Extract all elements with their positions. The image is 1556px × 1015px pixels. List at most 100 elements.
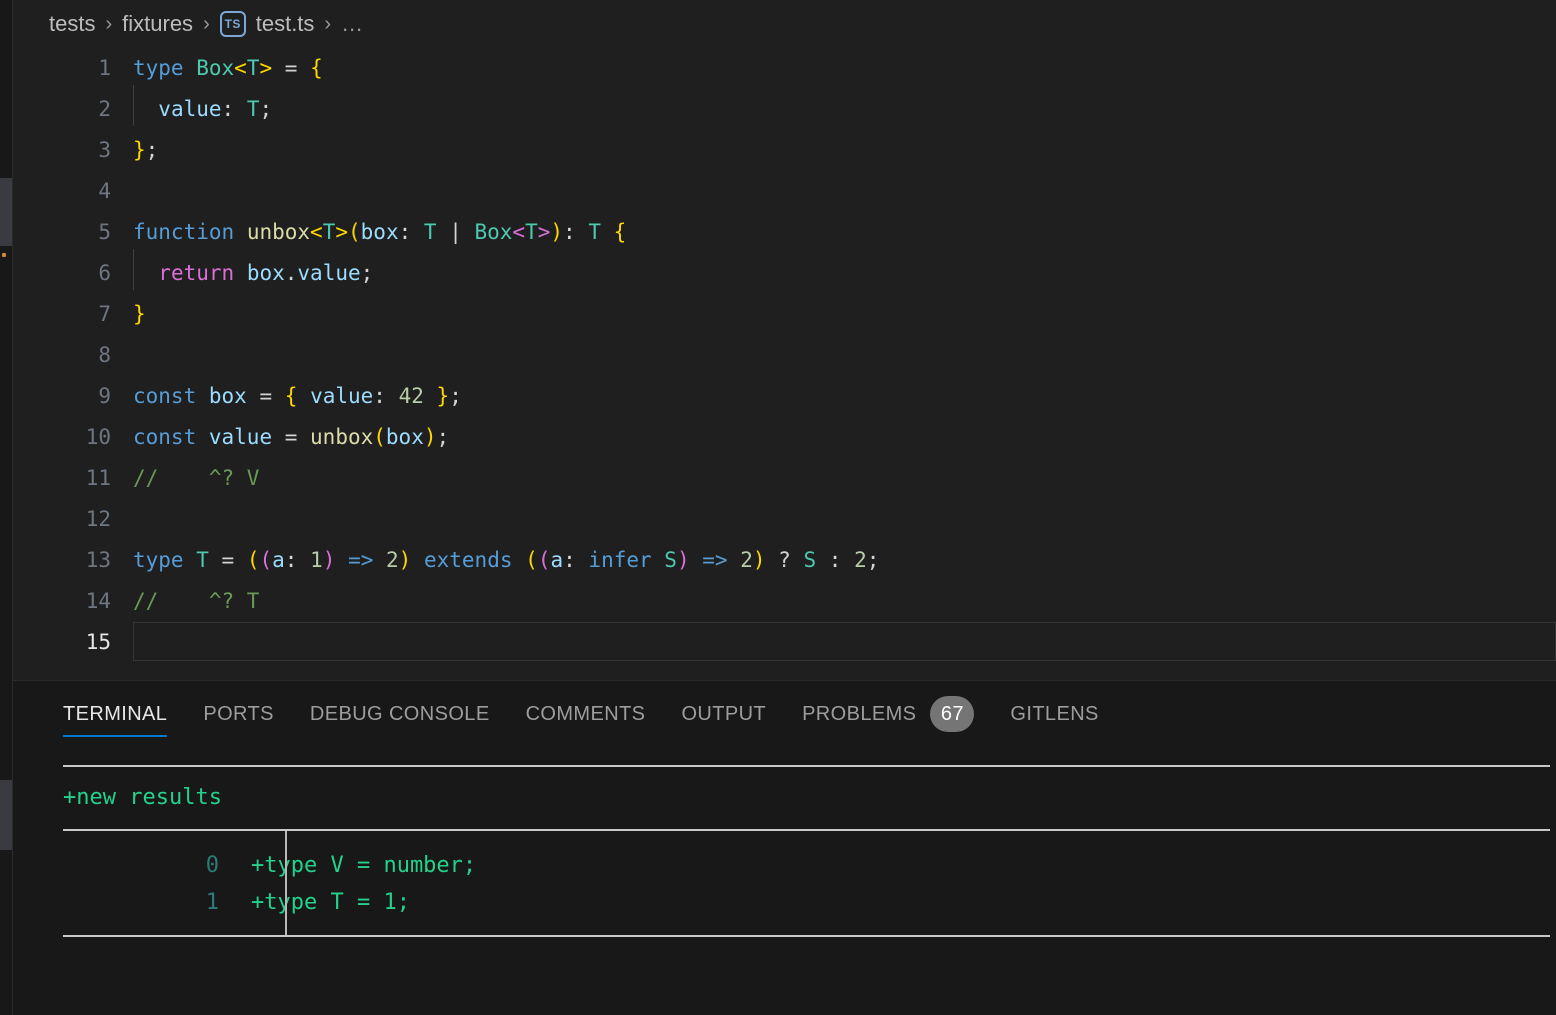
code-token: ( — [348, 220, 361, 244]
code-line[interactable]: 3}; — [13, 130, 1556, 171]
panel-tab-bar[interactable]: TERMINAL PORTS DEBUG CONSOLE COMMENTS OUTPUT… — [13, 681, 1556, 743]
line-number: 14 — [85, 589, 111, 613]
tab-ports[interactable]: PORTS — [185, 685, 292, 743]
terminal-view[interactable]: +new results 0 +type V = number; 1 +type T … — [13, 743, 1556, 1015]
code-token: => — [348, 548, 374, 572]
code-line[interactable]: 8 — [13, 335, 1556, 376]
tab-debug-console[interactable]: DEBUG CONSOLE — [292, 685, 508, 743]
code-token: a — [272, 548, 285, 572]
code-line[interactable]: 7} — [13, 294, 1556, 335]
code-token: ( — [525, 548, 538, 572]
code-token: } — [133, 138, 146, 162]
code-line[interactable]: 13 type T = ((a: 1) => 2) extends ((a: in… — [13, 540, 1556, 581]
code-token: = — [246, 384, 285, 408]
activity-strip-mark — [0, 780, 12, 850]
code-line-content[interactable]: // ^? V — [133, 458, 1556, 499]
breadcrumb-item-tests[interactable]: tests — [49, 11, 95, 37]
code-line-content[interactable]: // ^? T — [133, 581, 1556, 622]
code-token: } — [436, 384, 450, 408]
code-token: infer — [588, 548, 652, 572]
breadcrumb[interactable]: tests › fixtures › TS test.ts › … — [13, 0, 1556, 48]
code-token: { — [613, 220, 627, 244]
code-line-content[interactable]: } — [133, 294, 1556, 335]
code-line[interactable]: 11 // ^? V — [13, 458, 1556, 499]
terminal-results-title: +new results — [63, 785, 222, 810]
code-token: a — [550, 548, 564, 572]
line-number: 10 — [85, 425, 111, 449]
tab-problems[interactable]: PROBLEMS 67 — [784, 685, 992, 743]
breadcrumb-separator-icon: › — [324, 12, 332, 35]
code-token: value — [208, 425, 273, 449]
code-token: ) — [322, 548, 336, 572]
line-number: 8 — [98, 343, 111, 367]
breadcrumb-overflow[interactable]: … — [341, 11, 363, 37]
code-line-content[interactable]: type Box<T> = { — [133, 48, 1556, 89]
code-editor[interactable]: 1 type Box<T> = {2 value: T; 3}; 4 5 function… — [13, 48, 1556, 680]
code-line[interactable]: 5 function unbox<T>(box: T | Box<T>): T { — [13, 212, 1556, 253]
diff-rule-bottom — [63, 935, 1550, 937]
code-token: T — [196, 548, 209, 572]
indent-guide — [133, 85, 134, 126]
code-line[interactable]: 1 type Box<T> = { — [13, 48, 1556, 89]
breadcrumb-item-file[interactable]: test.ts — [256, 11, 315, 37]
line-number: 5 — [98, 220, 111, 244]
line-number: 9 — [98, 384, 111, 408]
code-token: ? — [765, 548, 804, 572]
code-line-content[interactable]: type T = ((a: 1) => 2) extends ((a: infe… — [133, 540, 1556, 581]
code-line[interactable]: 10 const value = unbox(box); — [13, 417, 1556, 458]
main-column: tests › fixtures › TS test.ts › … 1 type … — [13, 0, 1556, 1015]
line-number: 6 — [98, 261, 111, 285]
code-token: S — [664, 548, 677, 572]
tab-terminal[interactable]: TERMINAL — [63, 685, 185, 743]
breadcrumb-item-fixtures[interactable]: fixtures — [122, 11, 193, 37]
typescript-file-icon: TS — [219, 11, 246, 37]
code-line[interactable]: 6 return box.value; — [13, 249, 1556, 294]
line-number: 7 — [98, 302, 111, 326]
tab-comments[interactable]: COMMENTS — [508, 685, 664, 743]
line-number: 1 — [98, 56, 111, 80]
code-token: : — [373, 384, 399, 408]
diff-line-number: 1 — [205, 890, 219, 915]
code-line-content[interactable]: }; — [133, 130, 1556, 171]
code-line[interactable]: 9 const box = { value: 42 }; — [13, 376, 1556, 417]
tab-gitlens[interactable]: GITLENS — [992, 685, 1116, 743]
code-token: ( — [537, 548, 551, 572]
line-number: 4 — [98, 179, 111, 203]
code-token: : — [221, 97, 247, 121]
code-line[interactable]: 14 // ^? T — [13, 581, 1556, 622]
code-token: . — [284, 261, 298, 285]
code-line-content[interactable]: return box.value; — [133, 249, 1556, 294]
tab-output[interactable]: OUTPUT — [663, 685, 784, 743]
code-line[interactable]: 12 — [13, 499, 1556, 540]
activity-bar-strip[interactable] — [0, 0, 13, 1015]
code-token: return — [158, 261, 235, 285]
code-line-content[interactable]: value: T; — [133, 85, 1556, 130]
code-token: T — [246, 56, 260, 80]
code-token: // ^? T — [133, 589, 260, 613]
code-token: value — [297, 261, 361, 285]
diff-line-text: +type T = 1; — [251, 890, 410, 915]
code-line-content[interactable]: const value = unbox(box); — [133, 417, 1556, 458]
code-token: T — [588, 220, 601, 244]
line-number: 12 — [85, 507, 111, 531]
breadcrumb-separator-icon: › — [105, 12, 113, 35]
code-token: ) — [550, 220, 564, 244]
code-token: ) — [676, 548, 690, 572]
code-token: { — [284, 384, 298, 408]
code-line[interactable]: 15 — [13, 622, 1556, 663]
code-line-content[interactable]: function unbox<T>(box: T | Box<T>): T { — [133, 212, 1556, 253]
code-line-content[interactable]: const box = { value: 42 }; — [133, 376, 1556, 417]
code-token: T — [525, 220, 538, 244]
diff-body: 0 +type V = number; 1 +type T = 1; — [63, 831, 1550, 935]
code-line[interactable]: 2 value: T; — [13, 85, 1556, 130]
code-line[interactable]: 4 — [13, 171, 1556, 212]
activity-strip-mark — [0, 178, 12, 246]
code-token: ; — [866, 548, 880, 572]
